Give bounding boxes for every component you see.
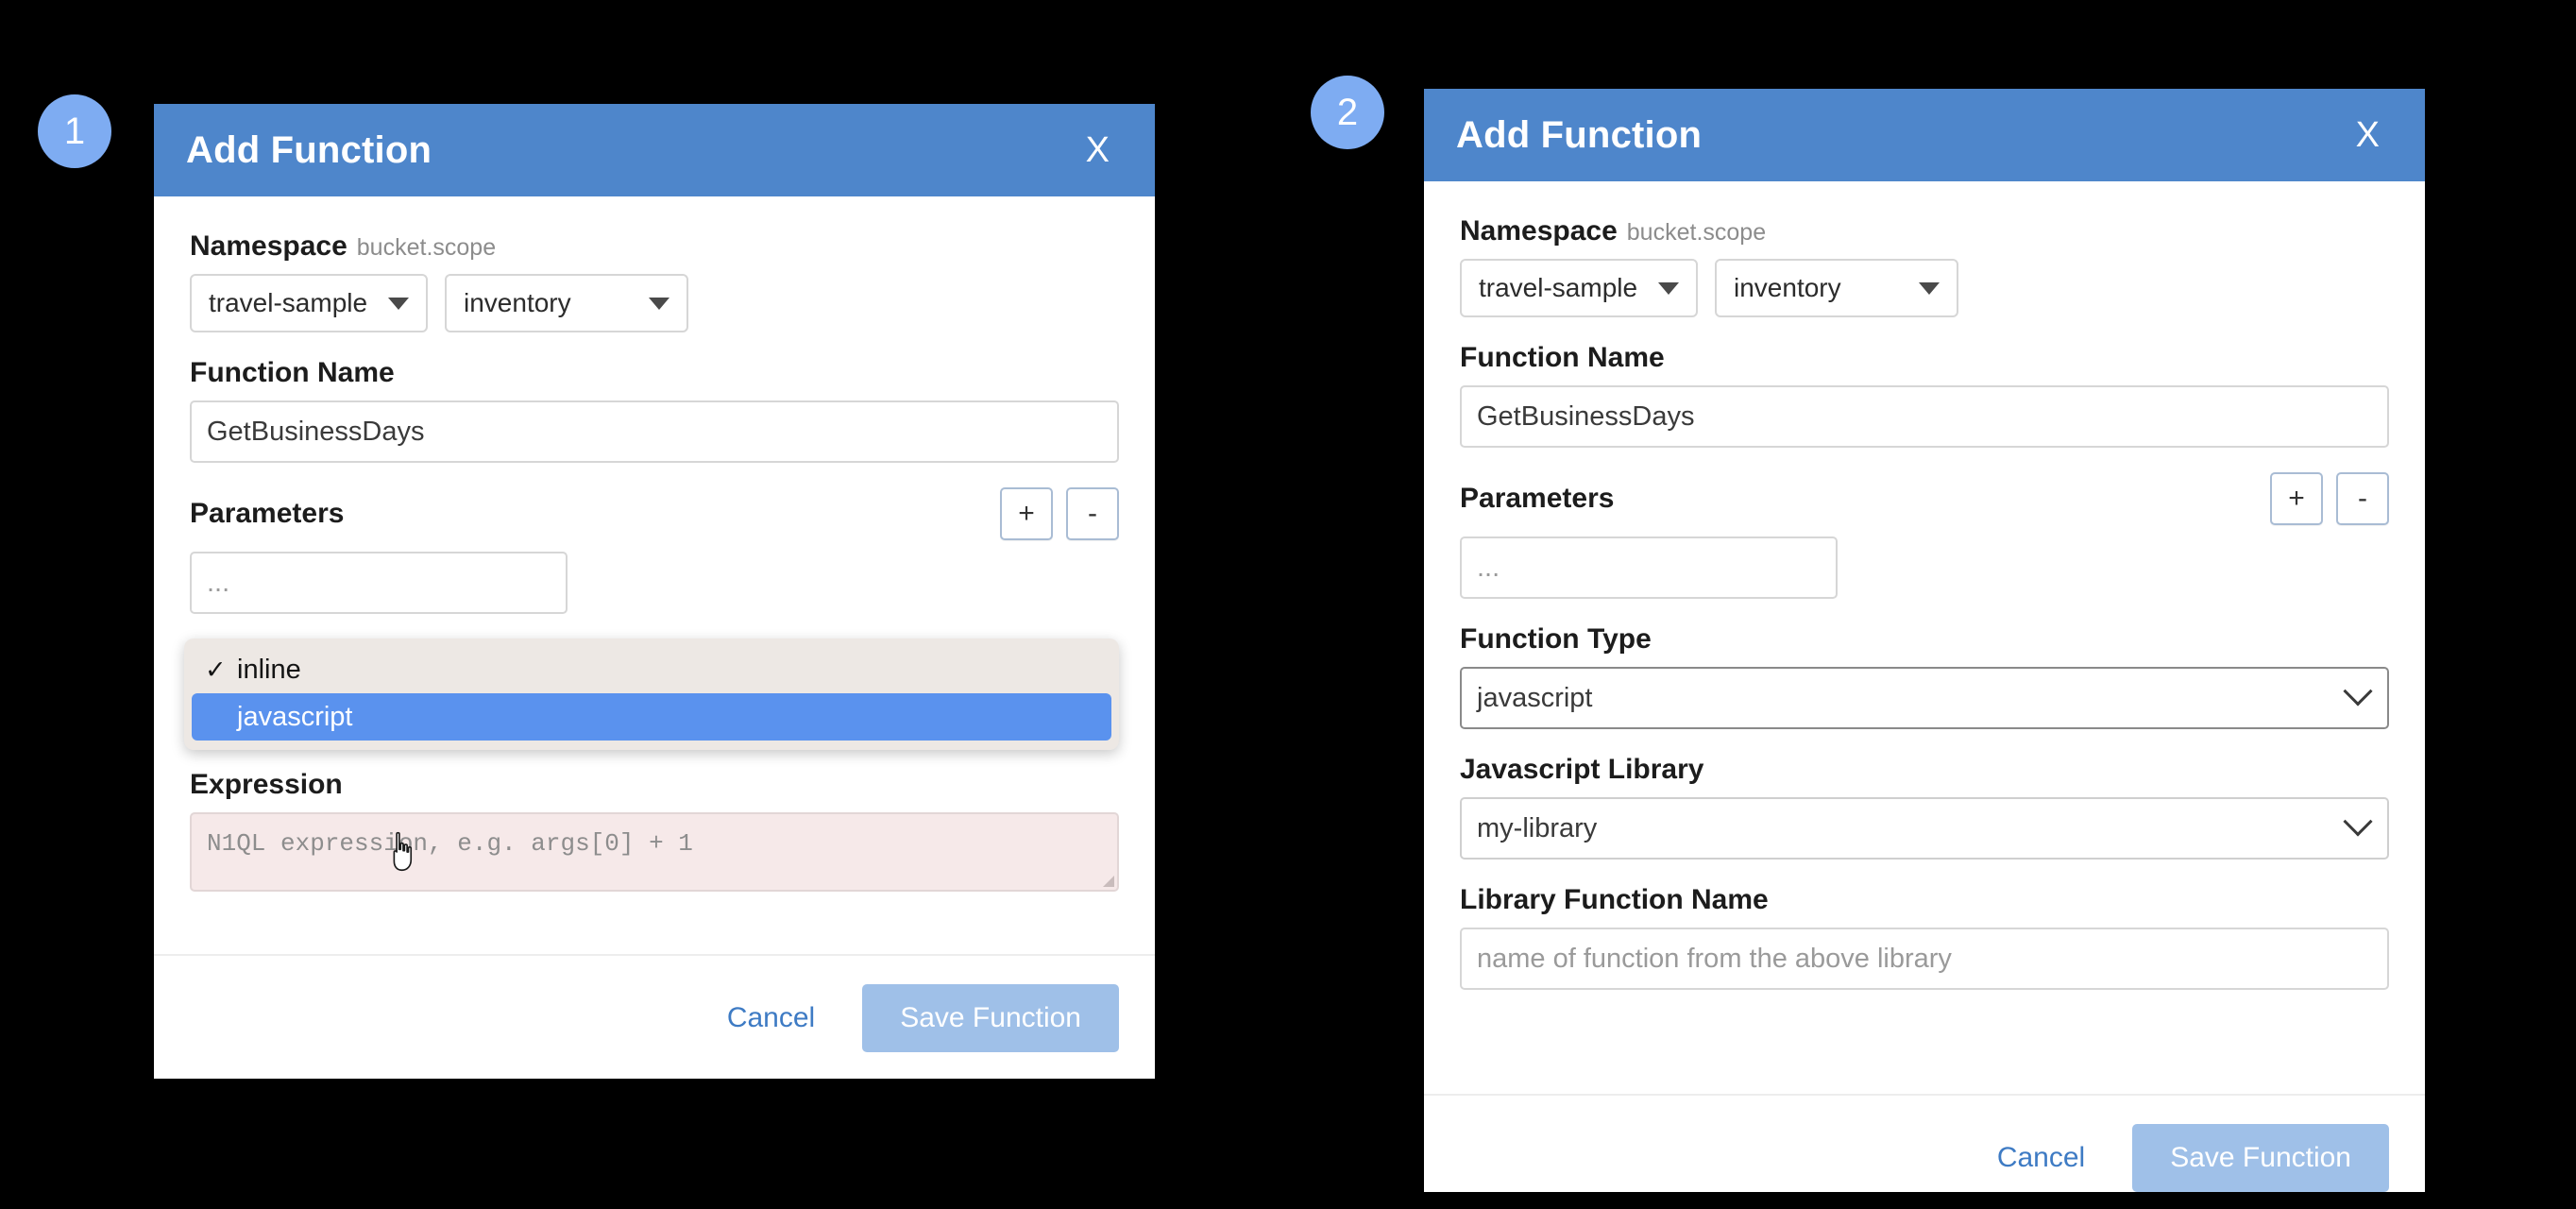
cancel-button[interactable]: Cancel — [723, 995, 819, 1042]
parameters-field: Parameters + - ... — [1460, 472, 2389, 599]
dialog-footer: Cancel Save Function — [154, 954, 1155, 1081]
function-name-input[interactable]: GetBusinessDays — [1460, 385, 2389, 448]
parameter-input[interactable]: ... — [1460, 536, 1838, 599]
namespace-label: Namespace bucket.scope — [190, 230, 1119, 263]
namespace-field: Namespace bucket.scope travel-sample inve… — [1460, 215, 2389, 317]
scope-select-value: inventory — [464, 288, 571, 317]
javascript-library-select[interactable]: my-library — [1460, 797, 2389, 860]
dialog-footer: Cancel Save Function — [1424, 1094, 2425, 1209]
add-parameter-button[interactable]: + — [2270, 472, 2323, 525]
dialog-header: Add Function X — [1424, 89, 2425, 181]
parameters-field: Parameters + - ... — [190, 487, 1119, 614]
javascript-library-value: my-library — [1477, 812, 1598, 843]
close-icon[interactable]: X — [2347, 113, 2389, 157]
chevron-down-icon — [2343, 676, 2373, 707]
namespace-label-text: Namespace — [1460, 215, 1618, 247]
save-function-button[interactable]: Save Function — [2132, 1124, 2389, 1192]
dialog-body: Namespace bucket.scope travel-sample inve… — [154, 196, 1155, 954]
namespace-hint: bucket.scope — [1626, 219, 1767, 246]
bucket-select[interactable]: travel-sample — [1460, 259, 1698, 317]
parameters-header-row: Parameters + - — [190, 487, 1119, 540]
expression-label: Expression — [190, 769, 343, 800]
function-name-input[interactable]: GetBusinessDays — [190, 400, 1119, 463]
add-parameter-button[interactable]: + — [1000, 487, 1053, 540]
function-type-field: Function Type inline ✓ inline javascript — [184, 639, 1119, 750]
scope-select[interactable]: inventory — [1715, 259, 1958, 317]
add-function-dialog-step2: Add Function X Namespace bucket.scope tra… — [1424, 89, 2425, 1192]
dialog-title: Add Function — [186, 128, 432, 171]
javascript-library-field: Javascript Library my-library — [1460, 754, 2389, 860]
library-function-name-field: Library Function Name name of function f… — [1460, 884, 2389, 990]
dropdown-option-label: javascript — [237, 701, 353, 732]
bucket-select[interactable]: travel-sample — [190, 274, 428, 332]
dropdown-option-label: inline — [237, 654, 301, 685]
namespace-label: Namespace bucket.scope — [1460, 215, 2389, 247]
dropdown-option-inline[interactable]: ✓ inline — [192, 646, 1111, 693]
function-name-label: Function Name — [1460, 342, 1665, 373]
chevron-down-icon — [1658, 281, 1679, 295]
namespace-selects: travel-sample inventory — [1460, 259, 2389, 317]
dialog-title: Add Function — [1456, 113, 1703, 156]
chevron-down-icon — [388, 297, 409, 310]
function-type-select[interactable]: javascript — [1460, 667, 2389, 729]
parameter-input[interactable]: ... — [190, 552, 568, 614]
namespace-selects: travel-sample inventory — [190, 274, 1119, 332]
parameters-buttons: + - — [1000, 487, 1119, 540]
remove-parameter-button[interactable]: - — [1066, 487, 1119, 540]
expression-field: Expression N1QL expression, e.g. args[0]… — [190, 769, 1119, 892]
bucket-select-value: travel-sample — [209, 288, 368, 317]
namespace-field: Namespace bucket.scope travel-sample inve… — [190, 230, 1119, 332]
remove-parameter-button[interactable]: - — [2336, 472, 2389, 525]
dialog-header: Add Function X — [154, 104, 1155, 196]
bucket-select-value: travel-sample — [1479, 273, 1638, 302]
namespace-label-text: Namespace — [190, 230, 347, 262]
scope-select-value: inventory — [1734, 273, 1841, 302]
dropdown-option-javascript[interactable]: javascript — [192, 693, 1111, 741]
function-type-dropdown-popup: ✓ inline javascript — [184, 639, 1119, 750]
add-function-dialog-step1: Add Function X Namespace bucket.scope tra… — [154, 104, 1155, 1079]
parameters-label: Parameters — [190, 498, 345, 529]
function-name-field: Function Name GetBusinessDays — [1460, 342, 2389, 448]
chevron-down-icon — [2343, 807, 2373, 837]
function-type-field: Function Type javascript — [1460, 623, 2389, 729]
close-icon[interactable]: X — [1076, 128, 1119, 172]
javascript-library-label: Javascript Library — [1460, 754, 1704, 785]
parameters-label: Parameters — [1460, 483, 1615, 514]
step-badge-1: 1 — [38, 94, 111, 168]
library-function-name-label: Library Function Name — [1460, 884, 1769, 915]
screenshot-stage: 1 Add Function X Namespace bucket.scope t… — [0, 0, 2576, 1209]
function-type-value: javascript — [1477, 682, 1593, 713]
dialog-body: Namespace bucket.scope travel-sample inve… — [1424, 181, 2425, 1094]
step-badge-2: 2 — [1311, 76, 1384, 149]
check-icon: ✓ — [205, 655, 227, 684]
save-function-button[interactable]: Save Function — [862, 984, 1119, 1052]
parameters-header-row: Parameters + - — [1460, 472, 2389, 525]
parameters-buttons: + - — [2270, 472, 2389, 525]
expression-textarea[interactable]: N1QL expression, e.g. args[0] + 1 — [190, 812, 1119, 892]
chevron-down-icon — [1919, 281, 1940, 295]
function-name-field: Function Name GetBusinessDays — [190, 357, 1119, 463]
function-type-label: Function Type — [1460, 623, 1652, 655]
chevron-down-icon — [649, 297, 669, 310]
namespace-hint: bucket.scope — [356, 234, 497, 261]
scope-select[interactable]: inventory — [445, 274, 688, 332]
library-function-name-input[interactable]: name of function from the above library — [1460, 928, 2389, 990]
cancel-button[interactable]: Cancel — [1993, 1134, 2089, 1182]
function-name-label: Function Name — [190, 357, 395, 388]
